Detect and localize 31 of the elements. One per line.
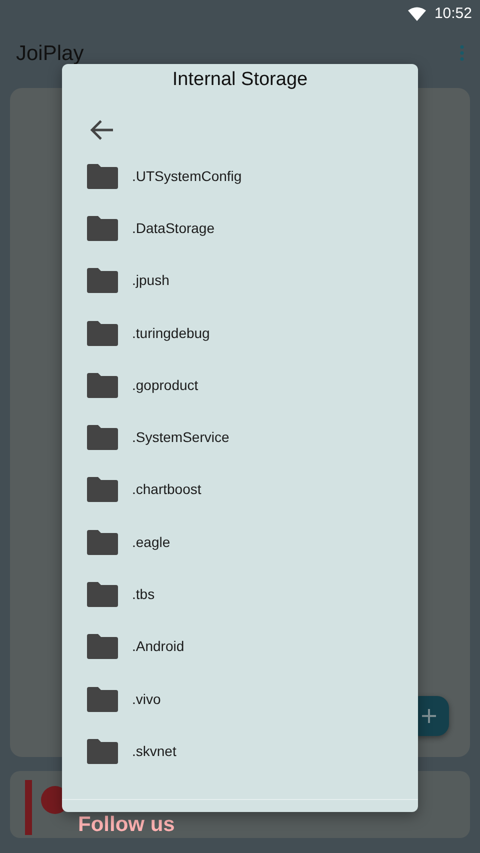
folder-name[interactable]: .UTSystemConfig — [132, 166, 242, 187]
folder-name[interactable]: .chartboost — [132, 479, 202, 500]
folder-icon — [87, 425, 118, 450]
folder-name[interactable]: .turingdebug — [132, 322, 210, 344]
folder-name[interactable]: .eagle — [132, 532, 170, 553]
plus-icon — [420, 708, 436, 724]
folder-icon — [87, 477, 118, 502]
folder-name[interactable]: .jpush — [132, 270, 170, 292]
folder-icon — [87, 582, 118, 608]
wifi-icon — [408, 7, 426, 21]
folder-name[interactable]: .SystemService — [132, 427, 230, 448]
back-arrow-icon[interactable] — [90, 118, 114, 141]
folder-icon — [87, 372, 118, 398]
folder-icon — [87, 634, 118, 660]
folder-icon — [87, 530, 118, 555]
folder-icon — [87, 686, 118, 712]
folder-name[interactable]: .goproduct — [132, 374, 198, 396]
status-time: 10:52 — [434, 4, 472, 24]
folder-icon — [87, 320, 118, 346]
app-title: JoiPlay — [16, 42, 84, 64]
folder-icon — [87, 268, 118, 294]
folder-name[interactable]: .Android — [132, 636, 184, 658]
dialog-title: Internal Storage — [171, 68, 309, 92]
folder-icon — [87, 738, 118, 764]
folder-name[interactable]: .DataStorage — [132, 218, 214, 239]
folder-name[interactable]: .vivo — [132, 688, 161, 710]
folder-name[interactable]: .skvnet — [132, 740, 176, 762]
folder-icon — [87, 216, 118, 241]
folder-name[interactable]: .tbs — [132, 584, 155, 606]
banner-text[interactable]: Follow us — [78, 813, 175, 836]
folder-icon — [87, 164, 118, 189]
